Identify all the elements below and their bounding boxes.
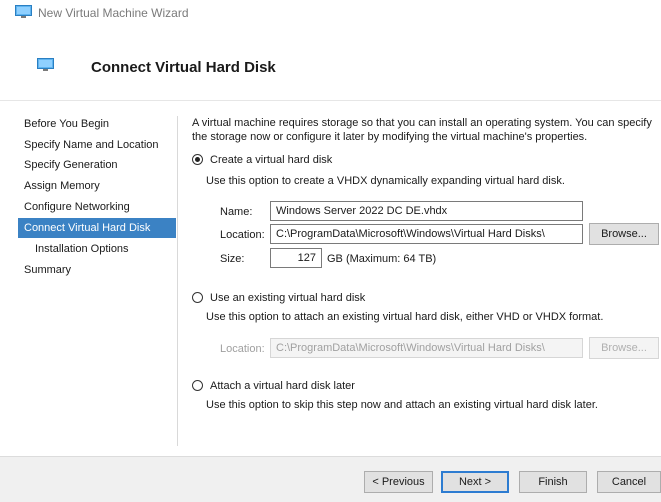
monitor-icon (15, 5, 32, 18)
previous-button[interactable]: < Previous (364, 471, 433, 493)
attach-later-label[interactable]: Attach a virtual hard disk later (210, 378, 355, 394)
sidebar-item-configure-networking[interactable]: Configure Networking (18, 197, 176, 217)
vhd-size-input[interactable]: 127 (270, 248, 322, 268)
size-unit-label: GB (Maximum: 64 TB) (327, 253, 437, 265)
create-vhd-label[interactable]: Create a virtual hard disk (210, 152, 332, 168)
name-label: Name: (220, 206, 253, 218)
size-label: Size: (220, 253, 245, 265)
sidebar-item-connect-virtual-hard-disk[interactable]: Connect Virtual Hard Disk (18, 218, 176, 238)
sidebar-item-assign-memory[interactable]: Assign Memory (18, 176, 176, 196)
vhd-name-input[interactable]: Windows Server 2022 DC DE.vhdx (270, 201, 583, 221)
existing-browse-button[interactable]: Browse... (589, 337, 659, 359)
attach-later-help: Use this option to skip this step now an… (206, 399, 598, 411)
sidebar-item-specify-generation[interactable]: Specify Generation (18, 155, 176, 175)
monitor-icon (37, 58, 54, 71)
sidebar-item-summary[interactable]: Summary (18, 260, 176, 280)
page-description: A virtual machine requires storage so th… (192, 117, 652, 143)
finish-button[interactable]: Finish (519, 471, 587, 493)
wizard-footer: < Previous Next > Finish Cancel (0, 456, 661, 502)
header-divider (0, 100, 661, 101)
create-vhd-radio[interactable] (192, 154, 203, 165)
sidebar-item-specify-name-location[interactable]: Specify Name and Location (18, 135, 176, 155)
vhd-location-input[interactable]: C:\ProgramData\Microsoft\Windows\Virtual… (270, 224, 583, 244)
existing-vhd-help: Use this option to attach an existing vi… (206, 311, 604, 323)
existing-vhd-label[interactable]: Use an existing virtual hard disk (210, 290, 365, 306)
cancel-button[interactable]: Cancel (597, 471, 661, 493)
existing-location-input[interactable]: C:\ProgramData\Microsoft\Windows\Virtual… (270, 338, 583, 358)
existing-vhd-radio[interactable] (192, 292, 203, 303)
page-title: Connect Virtual Hard Disk (91, 59, 276, 76)
sidebar-item-installation-options[interactable]: Installation Options (18, 239, 176, 259)
window-title: New Virtual Machine Wizard (38, 6, 189, 20)
sidebar-item-before-you-begin[interactable]: Before You Begin (18, 114, 176, 134)
browse-button[interactable]: Browse... (589, 223, 659, 245)
location-label: Location: (220, 229, 265, 241)
sidebar-divider (177, 116, 178, 446)
attach-later-radio[interactable] (192, 380, 203, 391)
wizard-header: Connect Virtual Hard Disk (0, 28, 661, 100)
existing-location-label: Location: (220, 343, 265, 355)
create-vhd-help: Use this option to create a VHDX dynamic… (206, 175, 565, 187)
next-button[interactable]: Next > (441, 471, 509, 493)
title-bar: New Virtual Machine Wizard (0, 0, 661, 28)
